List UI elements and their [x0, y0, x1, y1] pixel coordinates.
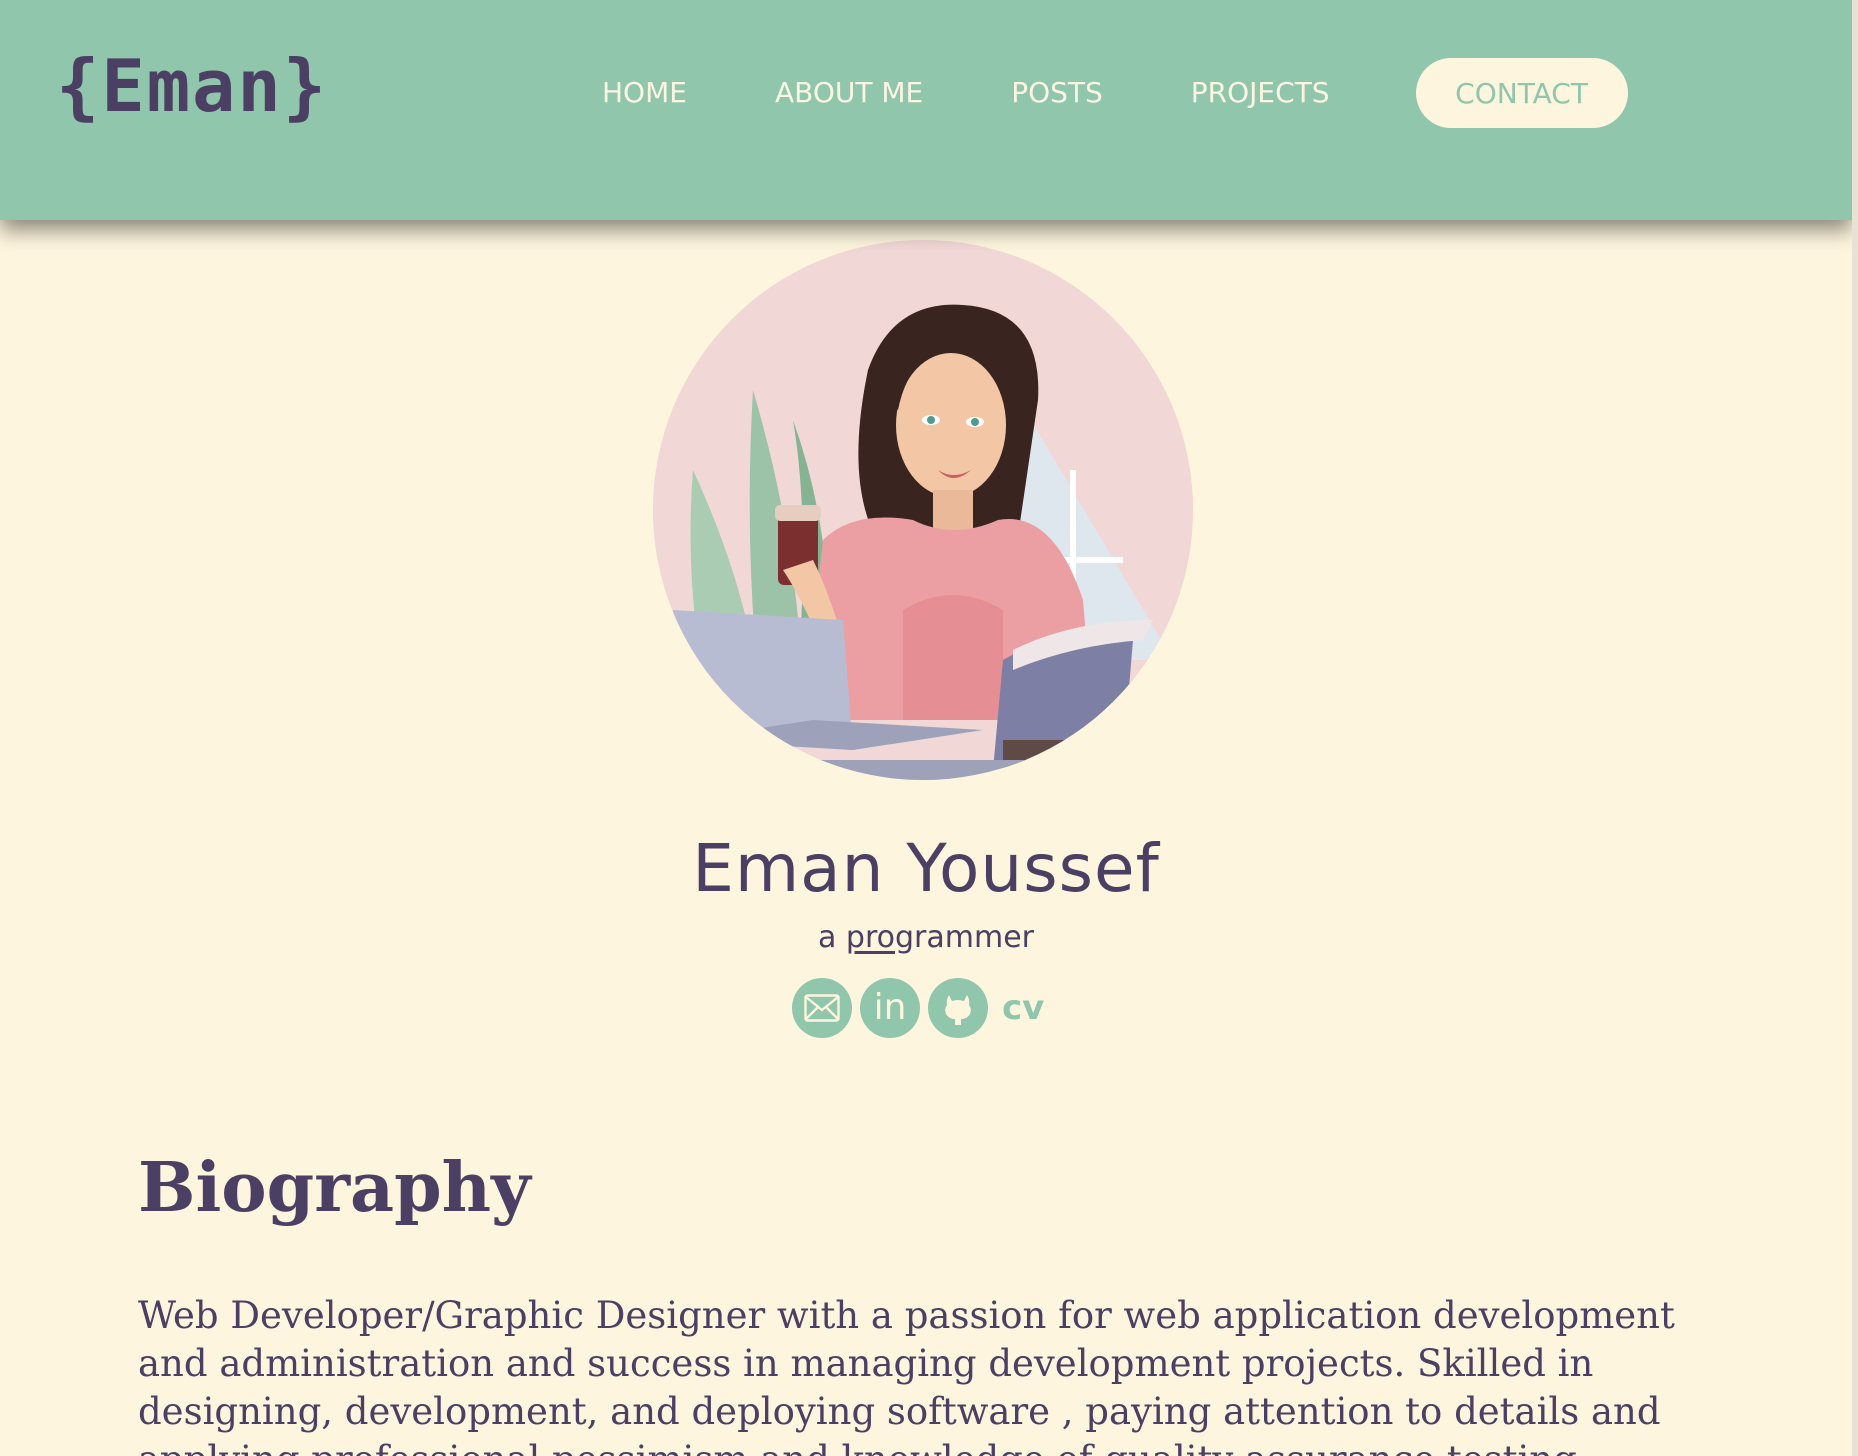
- nav-projects[interactable]: PROJECTS: [1191, 58, 1330, 128]
- biography-text: Web Developer/Graphic Designer with a pa…: [138, 1294, 1675, 1456]
- site-header: {Eman} HOME ABOUT ME POSTS PROJECTS CONT…: [0, 0, 1852, 220]
- github-icon: [939, 989, 977, 1027]
- nav-contact-button[interactable]: CONTACT: [1415, 58, 1628, 128]
- nav-home[interactable]: HOME: [602, 58, 687, 128]
- tagline-prefix: a: [818, 920, 846, 955]
- linkedin-icon: in: [873, 987, 907, 1028]
- nav-about-me[interactable]: ABOUT ME: [775, 58, 923, 128]
- tagline-rest: grammer: [895, 920, 1034, 955]
- github-link[interactable]: [928, 978, 988, 1038]
- mail-icon: [804, 994, 840, 1022]
- page: {Eman} HOME ABOUT ME POSTS PROJECTS CONT…: [0, 0, 1858, 1456]
- social-links: in cv: [792, 978, 1044, 1038]
- tagline-highlight: pro: [845, 920, 895, 955]
- biography-heading: Biography: [138, 1148, 531, 1228]
- email-link[interactable]: [792, 978, 852, 1038]
- scrollbar-edge: [1852, 0, 1858, 1456]
- nav-posts[interactable]: POSTS: [1011, 58, 1103, 128]
- cv-link[interactable]: cv: [1002, 988, 1044, 1028]
- linkedin-link[interactable]: in: [860, 978, 920, 1038]
- site-logo[interactable]: {Eman}: [56, 50, 328, 122]
- main-nav: HOME ABOUT ME POSTS PROJECTS CONTACT: [602, 58, 1628, 128]
- profile-name: Eman Youssef: [692, 830, 1160, 907]
- profile-tagline: a programmer: [0, 920, 1852, 955]
- profile-avatar: [653, 240, 1193, 780]
